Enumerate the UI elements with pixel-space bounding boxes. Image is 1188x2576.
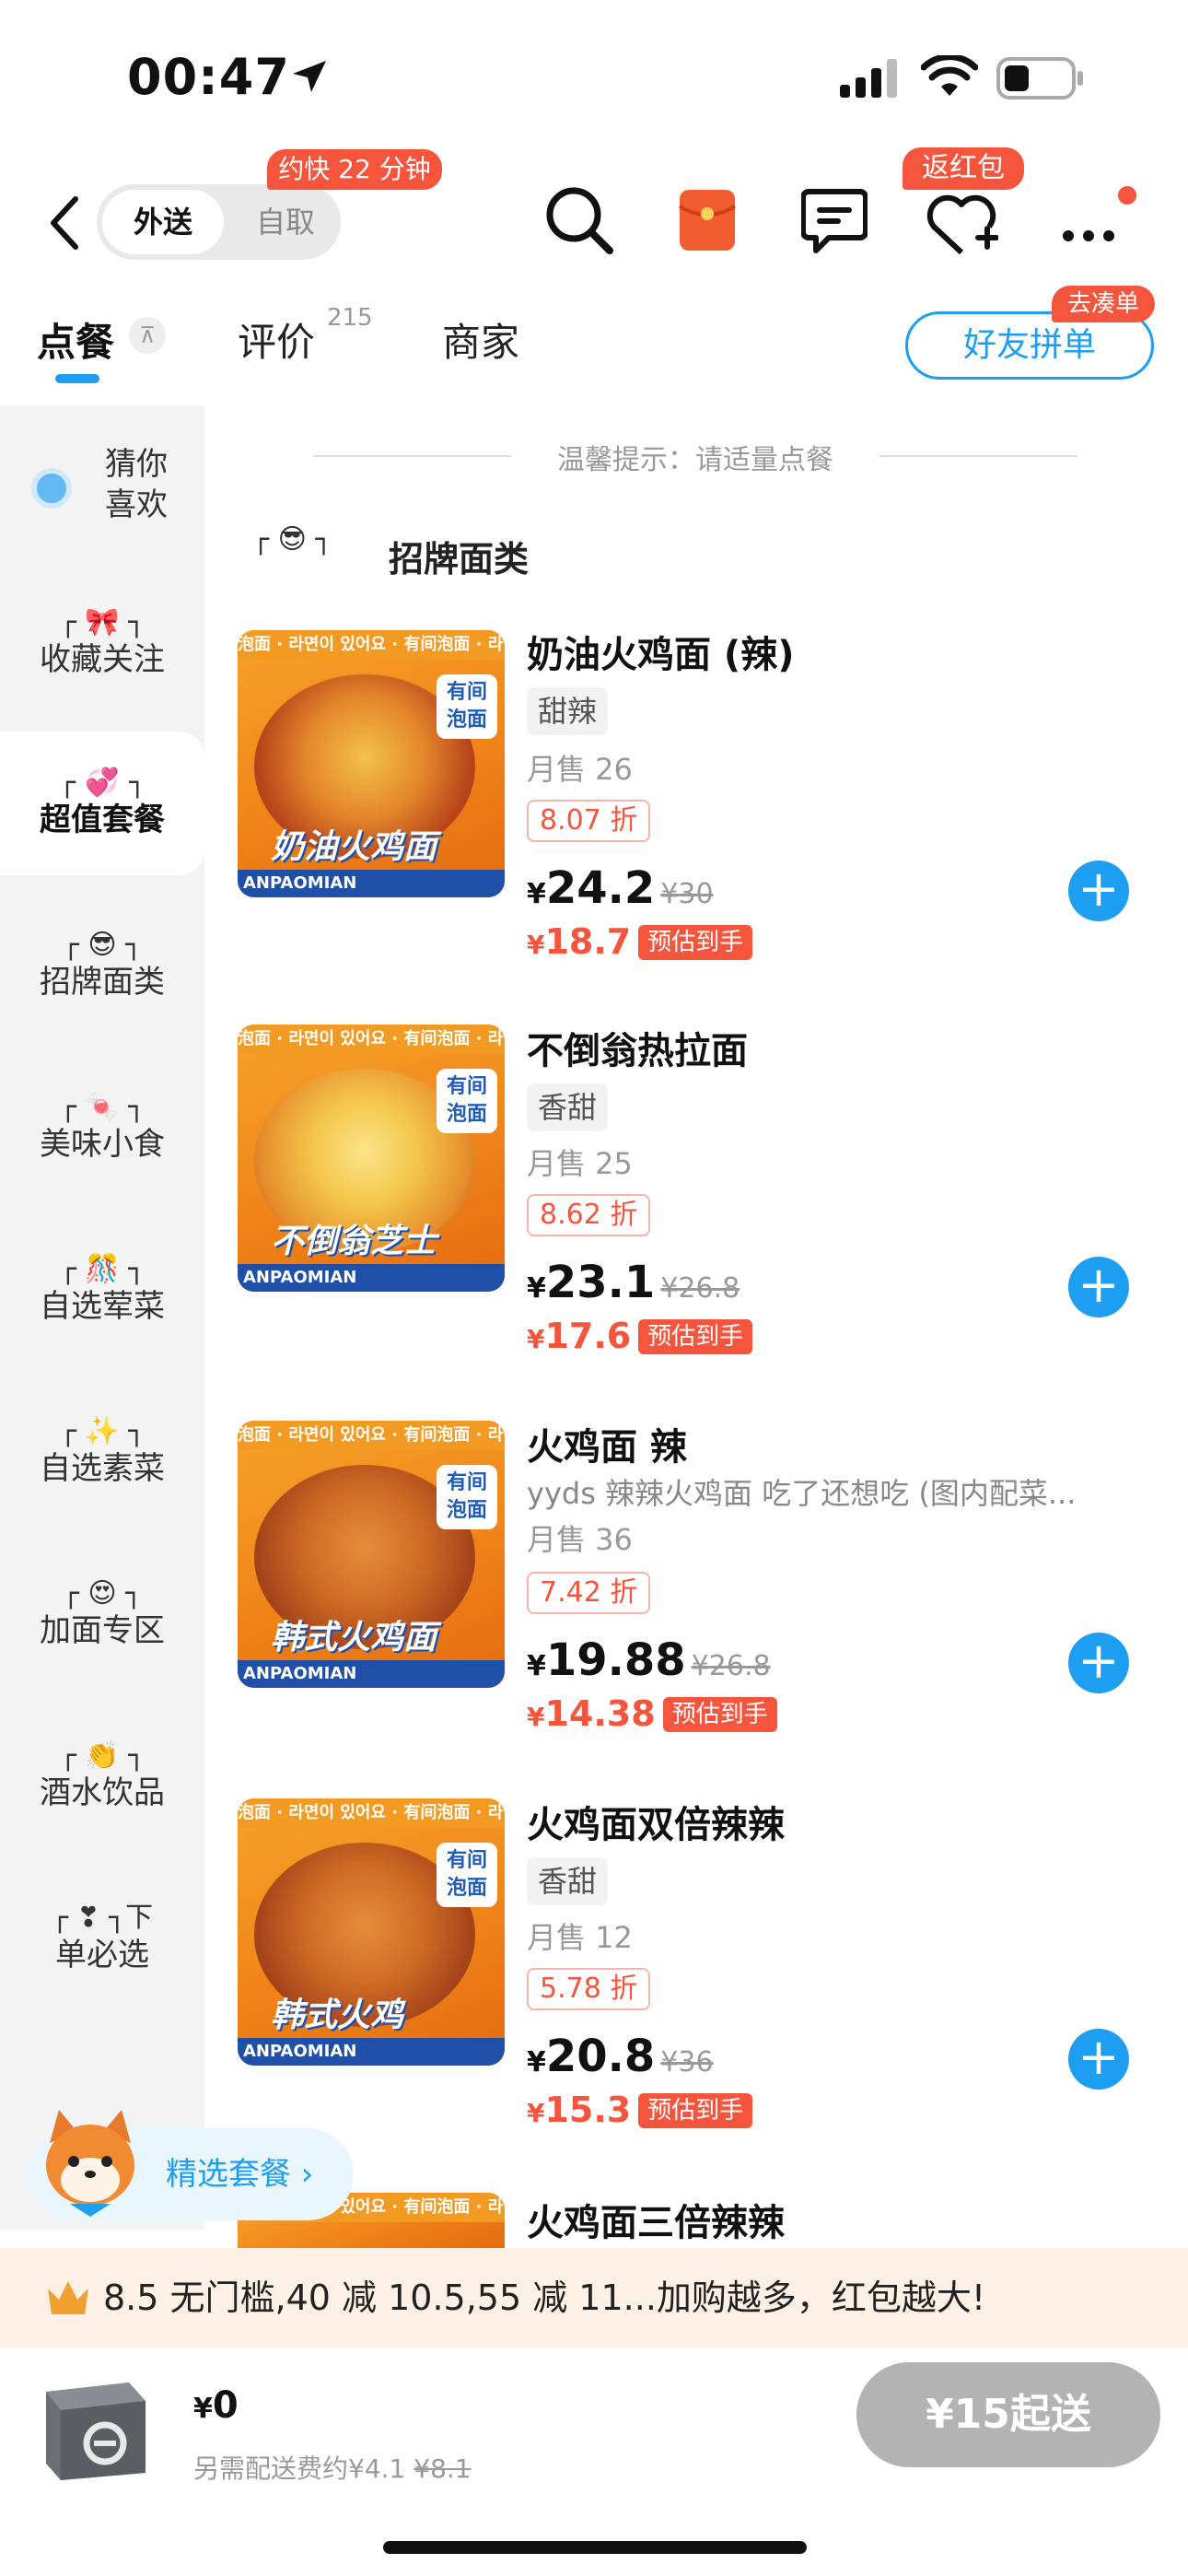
cellular-signal-icon	[840, 59, 897, 98]
section-title: 招牌面类	[389, 539, 530, 580]
mode-pickup[interactable]: 自取	[235, 190, 336, 254]
store-header: 外送 自取 约快 22 分钟 返红包	[0, 147, 1188, 286]
estimated-price: ¥14.38 预估到手	[527, 1693, 777, 1734]
add-to-cart-button[interactable]: +	[1068, 861, 1129, 921]
more-icon[interactable]	[1059, 181, 1142, 254]
location-arrow-icon	[293, 61, 326, 92]
brand-badge: 有间 泡面	[437, 1069, 497, 1133]
estimated-price: ¥17.6 预估到手	[527, 1316, 753, 1356]
product-price: ¥23.1 ¥26.8	[527, 1257, 740, 1308]
home-indicator	[383, 2541, 807, 2554]
monthly-sales: 月售 36	[527, 1522, 633, 1557]
add-to-cart-button[interactable]: +	[1068, 1633, 1129, 1693]
tab-merchant[interactable]: 商家	[442, 311, 519, 368]
review-count: 215	[327, 304, 373, 332]
battery-icon	[996, 57, 1083, 100]
product-price: ¥20.8 ¥36	[527, 2031, 714, 2082]
shiba-mascot-icon	[46, 2110, 134, 2217]
add-to-cart-button[interactable]: +	[1068, 2029, 1129, 2090]
pin-top-icon[interactable]: ⊼	[129, 317, 166, 354]
monthly-sales: 月售 25	[527, 1146, 633, 1181]
tip-text: 温馨提示：请适量点餐	[557, 444, 833, 476]
section-bracket-icon: ┌ 😎 ┐	[252, 523, 332, 556]
active-tab-indicator	[55, 374, 99, 383]
status-bar: 00:47	[0, 0, 1188, 157]
product-image[interactable]: 泡面 · 라면이 있어요 · 有间泡面 · 라면이 有间 泡面 奶油火鸡面 AN…	[238, 630, 505, 897]
promo-banner[interactable]: 8.5 无门槛,40 减 10.5,55 减 11...加购越多，红包越大!	[0, 2248, 1188, 2348]
hongbao-tag: 返红包	[903, 147, 1024, 190]
favorite-add-icon[interactable]	[925, 192, 998, 258]
add-to-cart-button[interactable]: +	[1068, 1257, 1129, 1317]
delivery-mode-toggle[interactable]: 外送 自取	[97, 184, 341, 260]
cart-box-icon[interactable]	[28, 2364, 157, 2493]
mode-delivery[interactable]: 外送	[102, 190, 224, 254]
promo-text: 8.5 无门槛,40 减 10.5,55 减 11...加购越多，红包越大!	[103, 2277, 986, 2318]
product-image[interactable]: 泡面 · 라면이 있어요 · 有间泡面 · 라면이 有间 泡面 不倒翁芝士 AN…	[238, 1025, 505, 1292]
discount-badge: 8.62 折	[527, 1194, 651, 1236]
product-image[interactable]: 泡面 · 라면이 있어요 · 有间泡面 · 라면이 有间 泡面 韩式火鸡 ANP…	[238, 1798, 505, 2066]
featured-combo-label: 精选套餐 ›	[166, 2156, 314, 2193]
estimated-price: ¥18.7 预估到手	[527, 921, 753, 962]
divider	[879, 455, 1077, 457]
product-name[interactable]: 火鸡面双倍辣辣	[527, 1795, 785, 1848]
estimated-price: ¥15.3 预估到手	[527, 2090, 753, 2130]
search-icon[interactable]	[543, 184, 617, 258]
product-name[interactable]: 火鸡面三倍辣辣	[527, 2193, 785, 2246]
product-flavor-tag: 甜辣	[527, 687, 609, 735]
tab-reviews[interactable]: 评价	[238, 311, 315, 368]
group-order-tag: 去凑单	[1052, 286, 1155, 322]
monthly-sales: 月售 12	[527, 1920, 633, 1955]
red-packet-icon[interactable]	[678, 186, 737, 254]
brand-badge: 有间 泡面	[437, 674, 497, 739]
brand-badge: 有间 泡面	[437, 1465, 497, 1529]
message-icon[interactable]	[801, 186, 868, 256]
product-description: yyds 辣辣火鸡面 吃了还想吃 (图内配菜...	[527, 1476, 1077, 1511]
cart-bar: ¥0 另需配送费约¥4.1 ¥8.1 ¥15起送	[0, 2348, 1188, 2576]
discount-badge: 7.42 折	[527, 1572, 651, 1614]
crown-icon	[48, 2281, 88, 2314]
tab-order[interactable]: 点餐	[37, 311, 114, 368]
wifi-icon	[921, 55, 978, 96]
product-name[interactable]: 奶油火鸡面 (辣)	[527, 625, 795, 678]
discount-badge: 5.78 折	[527, 1968, 651, 2010]
brand-badge: 有间 泡面	[437, 1843, 497, 1907]
discount-badge: 8.07 折	[527, 800, 651, 842]
product-flavor-tag: 香甜	[527, 1857, 609, 1905]
product-price: ¥19.88 ¥26.8	[527, 1634, 771, 1686]
product-name[interactable]: 火鸡面 辣	[527, 1417, 687, 1470]
product-name[interactable]: 不倒翁热拉面	[527, 1021, 748, 1074]
faster-tag: 约快 22 分钟	[267, 149, 442, 190]
back-icon[interactable]	[48, 195, 81, 251]
cart-total: ¥0	[193, 2384, 239, 2427]
product-price: ¥24.2 ¥30	[527, 862, 714, 914]
status-time: 00:47	[127, 48, 290, 106]
monthly-sales: 月售 26	[527, 752, 633, 787]
product-flavor-tag: 香甜	[527, 1083, 609, 1131]
checkout-button[interactable]: ¥15起送	[856, 2362, 1160, 2467]
product-image[interactable]: 泡面 · 라면이 있어요 · 有间泡面 · 라면이 有间 泡面 韩式火鸡面 AN…	[238, 1421, 505, 1688]
divider	[313, 455, 511, 457]
delivery-fee-note: 另需配送费约¥4.1 ¥8.1	[193, 2453, 472, 2484]
store-tabs: 点餐 ⊼ 评价 215 商家 好友拼单 去凑单	[0, 286, 1188, 405]
